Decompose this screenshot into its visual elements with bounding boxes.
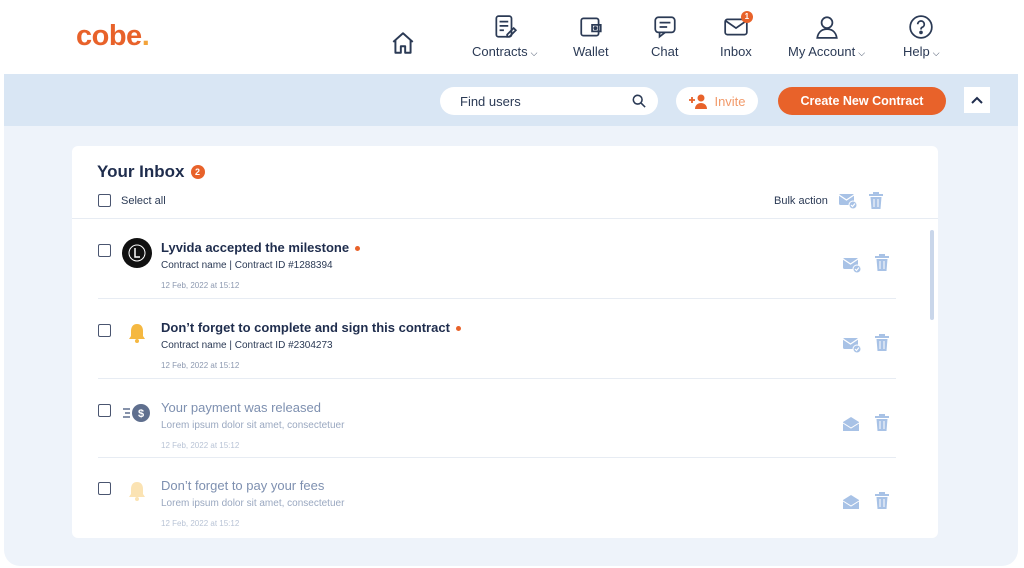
select-all-checkbox[interactable] [98,194,111,207]
inbox-icon: 1 [723,11,753,40]
help-icon [908,14,934,40]
contracts-icon [492,14,518,40]
nav-inbox-label: Inbox [720,44,752,59]
inbox-title: Your Inbox 2 [97,162,205,182]
mark-read-icon[interactable] [842,336,862,354]
create-new-contract-button[interactable]: Create New Contract [778,87,946,115]
nav-inbox[interactable]: 1 Inbox [720,11,753,59]
chevron-down-icon: ⌵ [858,48,866,58]
mark-unread-icon[interactable] [842,494,860,510]
message-subtitle: Lorem ipsum dolor sit amet, consectetuer [161,498,345,509]
message-subtitle: Lorem ipsum dolor sit amet, consectetuer [161,420,345,431]
nav-help-label: Help ⌵ [903,44,940,59]
unread-dot [455,326,461,332]
row-checkbox[interactable] [98,324,111,337]
select-all: Select all [98,194,166,207]
app-frame: cobe. Contracts ⌵ Wallet Chat 1 Inbox My… [4,0,1018,566]
nav-my-account[interactable]: My Account ⌵ [788,14,865,59]
collapse-button[interactable] [964,87,990,113]
mark-read-icon[interactable] [842,256,862,274]
scrollbar[interactable] [930,230,934,320]
user-icon [814,14,840,40]
unread-count-badge: 2 [190,165,205,179]
svg-text:$: $ [138,408,144,420]
unread-dot [355,246,361,252]
bulk-actions: Bulk action [774,192,884,210]
inbox-badge: 1 [740,11,753,23]
nav-contracts-label: Contracts ⌵ [472,44,538,59]
row-divider [98,298,896,299]
nav-chat[interactable]: Chat [651,14,678,59]
nav-contracts[interactable]: Contracts ⌵ [472,14,537,59]
nav-wallet[interactable]: Wallet [573,14,609,59]
inbox-row[interactable]: Don’t forget to pay your fees Lorem ipsu… [98,464,898,538]
invite-button[interactable]: Invite [676,87,758,115]
chevron-down-icon: ⌵ [932,48,940,58]
row-checkbox[interactable] [98,404,111,417]
mark-unread-icon[interactable] [842,416,860,432]
row-checkbox[interactable] [98,482,111,495]
inbox-row[interactable]: Lyvida accepted the milestone Contract n… [98,226,898,306]
bell-icon [122,318,152,348]
nav-wallet-label: Wallet [573,44,609,59]
inbox-row[interactable]: $ Your payment was released Lorem ipsum … [98,386,898,466]
wallet-icon [578,14,604,40]
inbox-title-text: Your Inbox [97,162,185,181]
nav-home[interactable] [390,30,416,56]
search-icon[interactable] [632,94,646,108]
trash-icon[interactable] [874,254,890,272]
row-checkbox[interactable] [98,244,111,257]
home-icon [390,30,416,56]
mark-read-icon[interactable] [838,192,858,210]
message-date: 12 Feb, 2022 at 15:12 [161,281,240,290]
trash-icon[interactable] [874,334,890,352]
find-users-input[interactable] [440,87,658,115]
bell-icon [122,476,152,506]
nav-chat-label: Chat [651,44,679,59]
bulk-action-label: Bulk action [774,195,828,207]
message-title: Don’t forget to complete and sign this c… [161,320,461,335]
action-bar: Invite Create New Contract [4,74,1018,126]
message-title: Lyvida accepted the milestone [161,240,361,255]
chevron-down-icon: ⌵ [530,48,538,58]
row-divider [98,457,896,458]
message-date: 12 Feb, 2022 at 15:12 [161,519,240,528]
message-title: Don’t forget to pay your fees [161,478,325,493]
row-divider [98,378,896,379]
cobe-logo[interactable]: cobe. [76,20,150,53]
message-subtitle: Contract name | Contract ID #1288394 [161,260,333,271]
chevron-up-icon [971,96,983,104]
nav-my-account-label: My Account ⌵ [788,44,866,59]
message-date: 12 Feb, 2022 at 15:12 [161,361,240,370]
add-user-icon [689,94,708,109]
nav-help[interactable]: Help ⌵ [903,14,940,59]
inbox-card: Your Inbox 2 Select all Bulk action Lyvi… [72,146,938,538]
company-logo-icon [122,238,152,268]
top-nav: cobe. Contracts ⌵ Wallet Chat 1 Inbox My… [4,0,1018,74]
message-date: 12 Feb, 2022 at 15:12 [161,441,240,450]
payment-icon: $ [122,398,152,428]
message-title: Your payment was released [161,400,321,415]
trash-icon[interactable] [868,192,884,210]
chat-icon [652,14,678,40]
inbox-row[interactable]: Don’t forget to complete and sign this c… [98,306,898,386]
header-divider [72,218,938,219]
invite-label: Invite [714,93,746,109]
select-all-label: Select all [121,194,166,207]
message-subtitle: Contract name | Contract ID #2304273 [161,340,333,351]
trash-icon[interactable] [874,414,890,432]
trash-icon[interactable] [874,492,890,510]
